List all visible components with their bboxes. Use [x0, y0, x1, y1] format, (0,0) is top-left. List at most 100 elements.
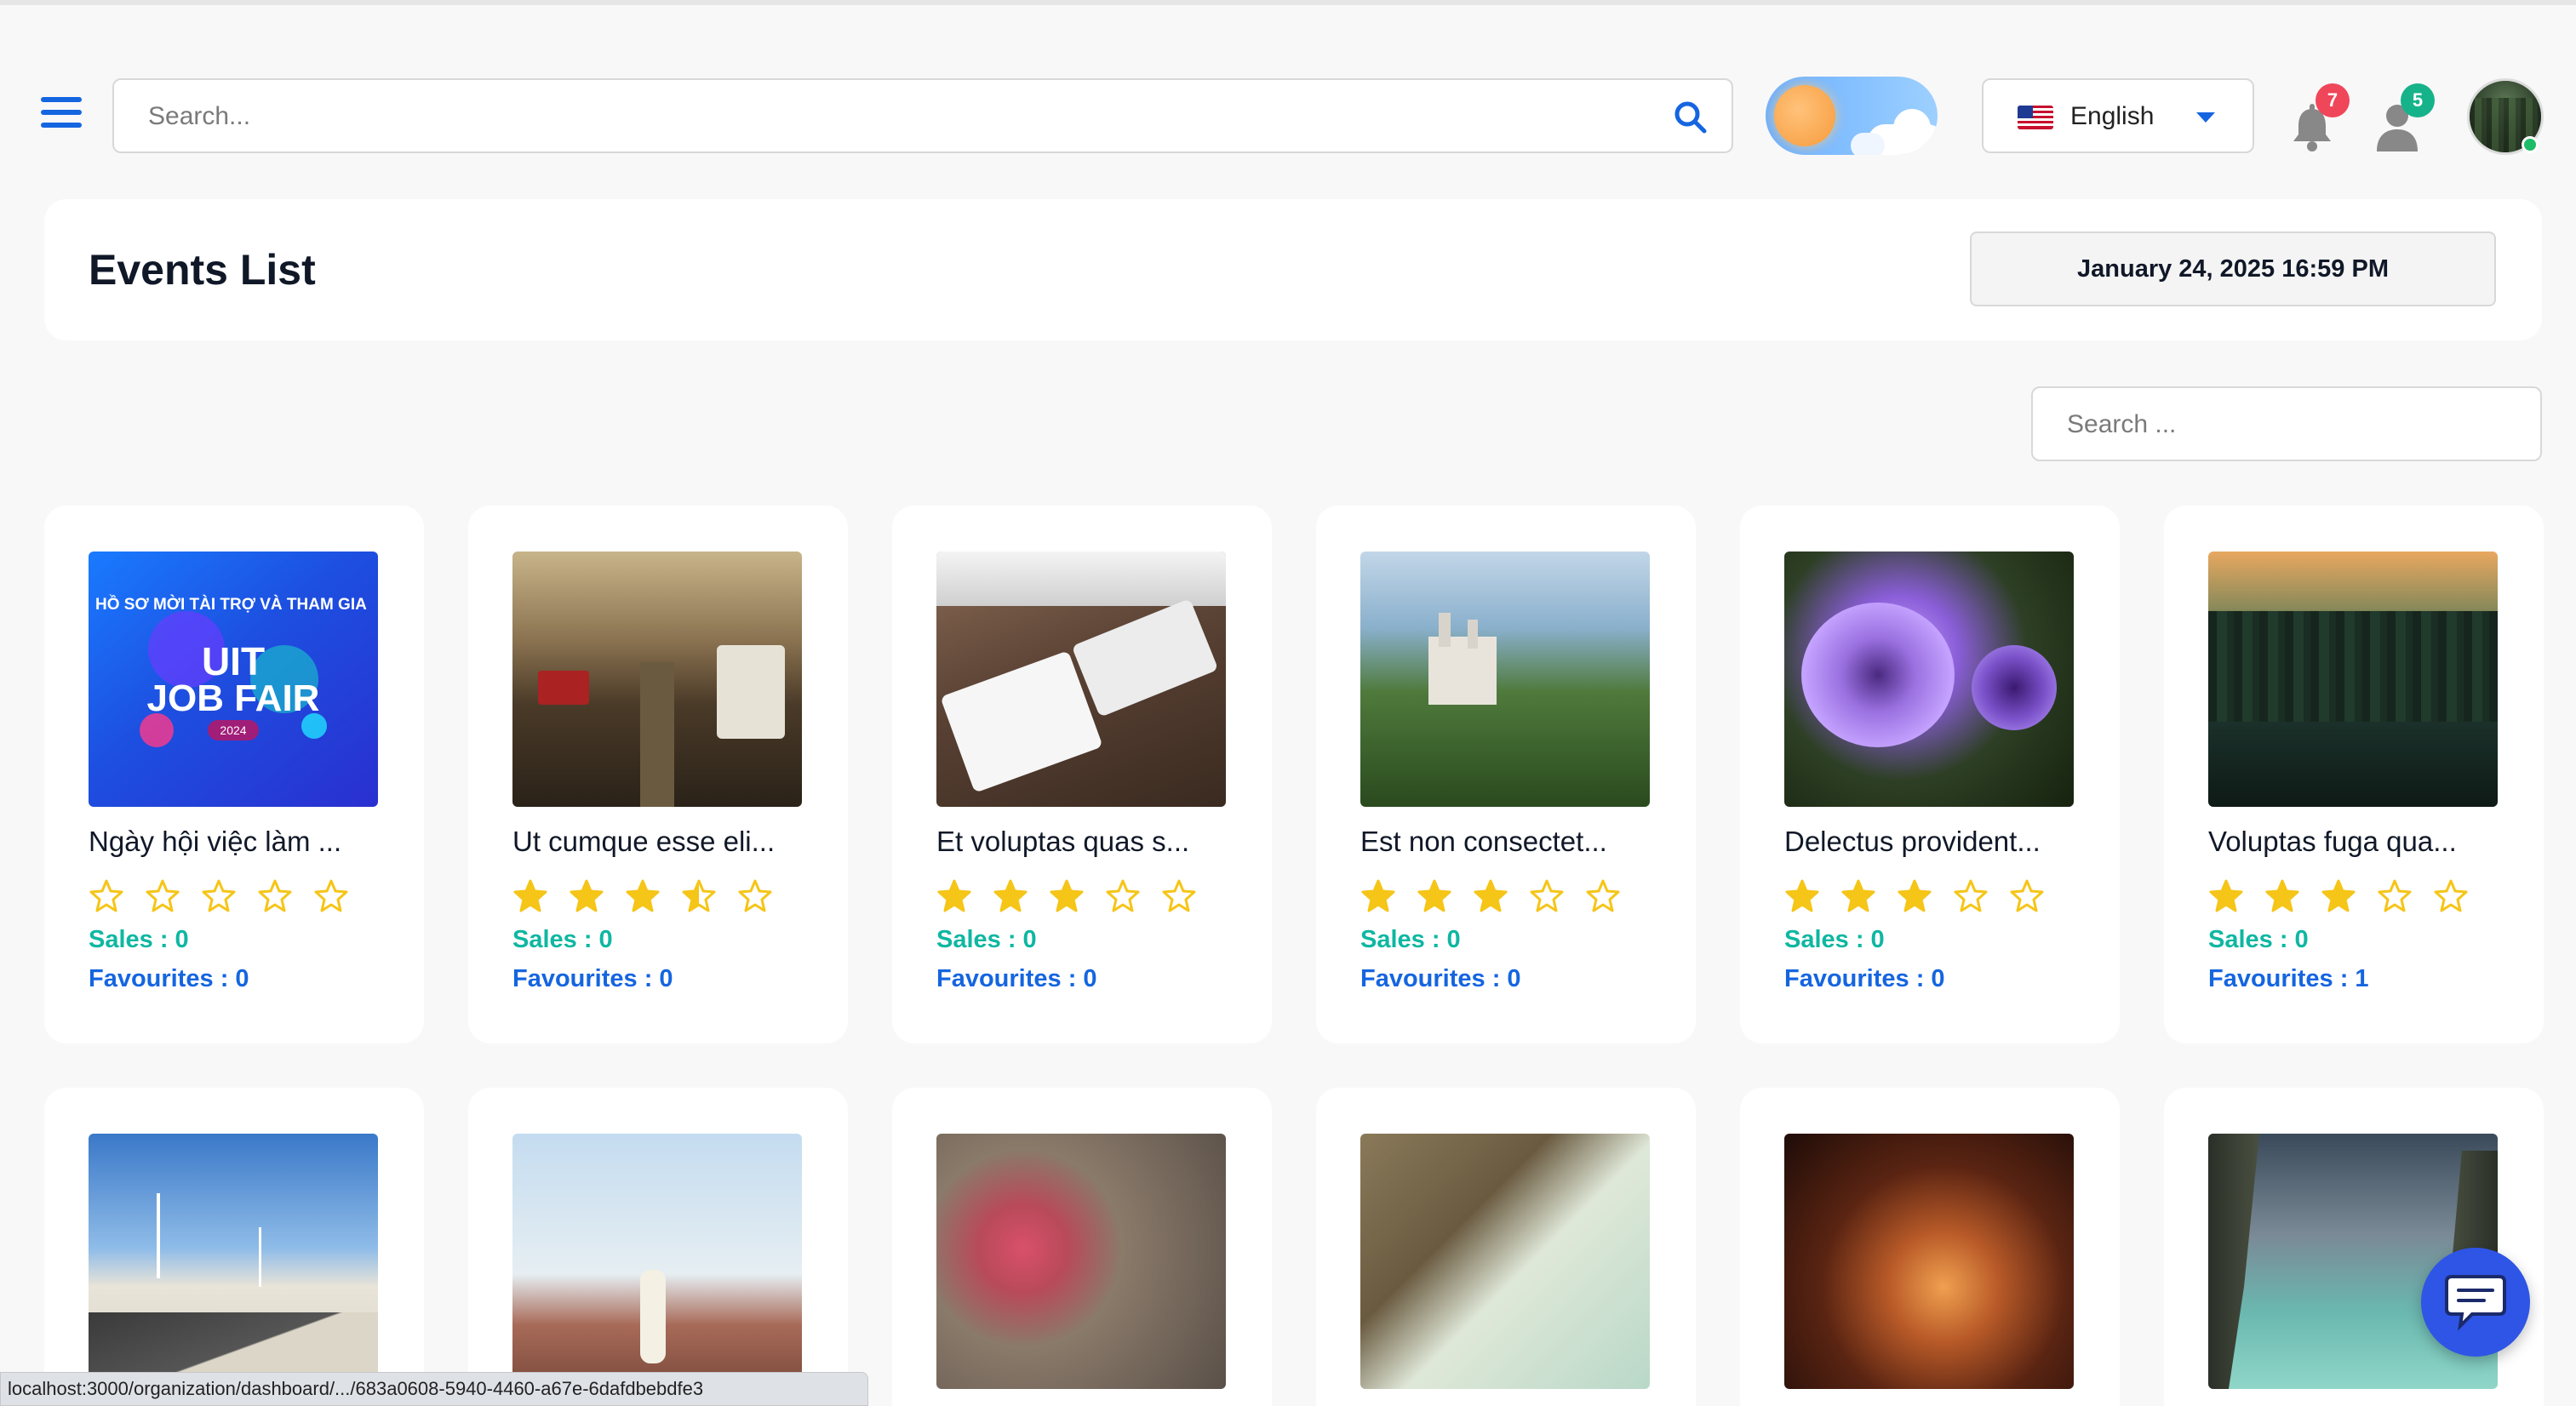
star-icon: [1954, 879, 1988, 912]
sun-icon: [1774, 85, 1835, 146]
events-search-input[interactable]: [2067, 402, 2510, 448]
event-favourites: Favourites : 0: [512, 965, 673, 992]
event-rating: [512, 878, 793, 914]
event-image-forest-sunset: [2208, 552, 2498, 807]
event-image-job-fair: HỒ SƠ MỜI TÀI TRỢ VÀ THAM GIA UIT JOB FA…: [89, 552, 378, 807]
event-title: Ngày hội việc làm ...: [89, 826, 342, 857]
star-icon: [513, 879, 547, 912]
star-icon: [1417, 879, 1451, 912]
star-icon: [626, 879, 660, 912]
event-favourites: Favourites : 0: [89, 965, 249, 992]
star-icon: [1050, 879, 1084, 912]
event-card[interactable]: Est non consectet... Sales : 0 Favourite…: [1316, 506, 1696, 1043]
hamburger-menu-icon[interactable]: [41, 97, 82, 133]
star-icon: [2265, 879, 2299, 912]
global-search-input[interactable]: [148, 94, 1646, 140]
star-icon: [937, 879, 971, 912]
current-datetime: January 24, 2025 16:59 PM: [1970, 231, 2496, 306]
star-icon: [1898, 879, 1932, 912]
event-card[interactable]: [1740, 1088, 2120, 1406]
star-icon: [2378, 879, 2412, 912]
event-image-wind-turbines-road: [89, 1134, 378, 1389]
event-sales: Sales : 0: [1360, 926, 1461, 953]
page-title: Events List: [89, 246, 316, 294]
event-title: Delectus provident...: [1784, 826, 2041, 857]
star-icon: [202, 879, 236, 912]
star-icon: [258, 879, 292, 912]
star-icon: [146, 879, 180, 912]
star-icon: [89, 879, 123, 912]
event-image-desert-woman: [512, 1134, 802, 1389]
event-title: Ut cumque esse eli...: [512, 826, 776, 857]
event-sales: Sales : 0: [936, 926, 1037, 953]
event-rating: [936, 878, 1217, 914]
user-count-badge: 5: [2401, 83, 2435, 117]
event-sales: Sales : 0: [1784, 926, 1885, 953]
event-card[interactable]: [1316, 1088, 1696, 1406]
star-icon: [1785, 879, 1819, 912]
theme-toggle[interactable]: [1766, 77, 1938, 155]
event-card[interactable]: Et voluptas quas s... Sales : 0 Favourit…: [892, 506, 1272, 1043]
event-image-vaulted-corridor: [1784, 1134, 2074, 1389]
star-icon: [1586, 879, 1620, 912]
cloud-decoration: [1893, 109, 1931, 146]
star-icon: [1530, 879, 1564, 912]
event-card[interactable]: HỒ SƠ MỜI TÀI TRỢ VÀ THAM GIA UIT JOB FA…: [44, 506, 424, 1043]
star-icon: [1106, 879, 1140, 912]
chat-button[interactable]: [2421, 1248, 2530, 1357]
star-icon: [993, 879, 1028, 912]
event-sales: Sales : 0: [2208, 926, 2309, 953]
event-rating: [1784, 878, 2065, 914]
event-favourites: Favourites : 0: [1784, 965, 1945, 992]
event-title: Est non consectet...: [1360, 826, 1607, 857]
star-icon: [682, 879, 716, 912]
page-header-card: Events List January 24, 2025 16:59 PM: [44, 199, 2542, 340]
event-sales: Sales : 0: [89, 926, 189, 953]
event-card[interactable]: [2164, 1088, 2544, 1406]
star-icon: [1361, 879, 1395, 912]
search-icon[interactable]: [1670, 97, 1711, 138]
event-favourites: Favourites : 1: [2208, 965, 2369, 992]
event-favourites: Favourites : 0: [1360, 965, 1521, 992]
event-card[interactable]: Voluptas fuga qua... Sales : 0 Favourite…: [2164, 506, 2544, 1043]
star-icon: [2321, 879, 2356, 912]
notification-count-badge: 7: [2316, 83, 2350, 117]
event-rating: [89, 878, 369, 914]
star-icon: [1162, 879, 1196, 912]
star-icon: [314, 879, 348, 912]
star-icon: [2434, 879, 2468, 912]
browser-top-border: [0, 0, 2576, 5]
event-image-city-street: [512, 552, 802, 807]
global-search[interactable]: [112, 78, 1733, 153]
us-flag-icon: [2018, 106, 2053, 129]
star-icon: [1841, 879, 1875, 912]
event-card[interactable]: Ut cumque esse eli... Sales : 0 Favourit…: [468, 506, 848, 1043]
star-icon: [2010, 879, 2044, 912]
star-icon: [1474, 879, 1508, 912]
events-search[interactable]: [2031, 386, 2542, 461]
event-card[interactable]: Delectus provident... Sales : 0 Favourit…: [1740, 506, 2120, 1043]
chat-icon: [2445, 1275, 2506, 1331]
browser-status-url: localhost:3000/organization/dashboard/..…: [0, 1372, 868, 1406]
star-icon: [738, 879, 772, 912]
language-select[interactable]: English: [1982, 78, 2254, 153]
event-favourites: Favourites : 0: [936, 965, 1097, 992]
event-image-macaque: [936, 1134, 1226, 1389]
language-label: English: [2070, 102, 2155, 130]
caret-down-icon: [2196, 112, 2215, 123]
star-icon: [2209, 879, 2243, 912]
event-image-castle: [1360, 552, 1650, 807]
event-card[interactable]: [44, 1088, 424, 1406]
event-card[interactable]: [468, 1088, 848, 1406]
event-image-desk-keyboard: [936, 552, 1226, 807]
event-image-purple-flower: [1784, 552, 2074, 807]
event-title: Et voluptas quas s...: [936, 826, 1190, 857]
event-sales: Sales : 0: [512, 926, 613, 953]
star-icon: [570, 879, 604, 912]
event-rating: [1360, 878, 1641, 914]
event-card[interactable]: [892, 1088, 1272, 1406]
event-title: Voluptas fuga qua...: [2208, 826, 2457, 857]
online-status-dot: [2522, 136, 2539, 153]
cloud-decoration: [1851, 133, 1885, 155]
event-rating: [2208, 878, 2489, 914]
